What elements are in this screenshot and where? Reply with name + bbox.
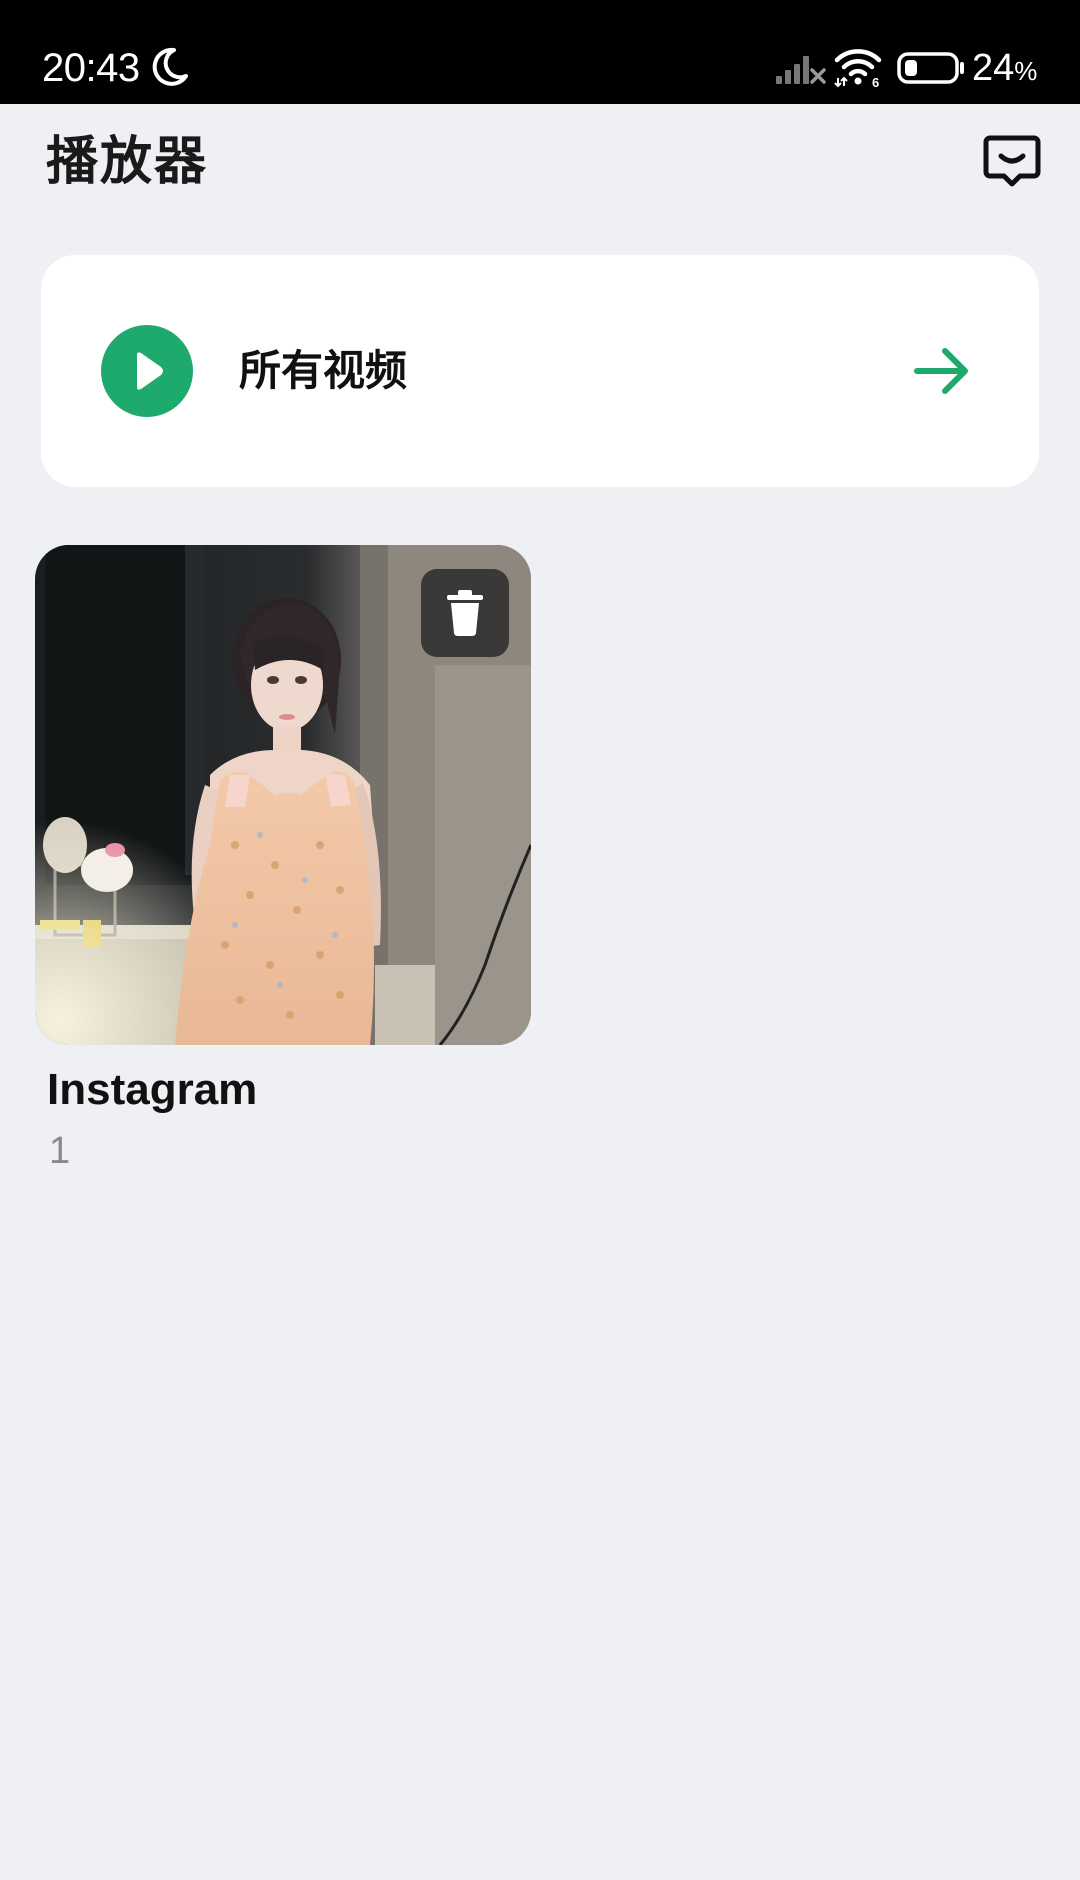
battery-level: 24 bbox=[972, 47, 1015, 89]
signal-icon bbox=[776, 56, 826, 84]
feedback-icon bbox=[983, 135, 1041, 187]
svg-text:6: 6 bbox=[872, 75, 879, 88]
folder-video-count: 1 bbox=[49, 1130, 71, 1172]
moon-icon bbox=[152, 47, 188, 86]
status-bar: 20:43 6 24% bbox=[0, 0, 1080, 104]
arrow-right-icon bbox=[914, 348, 968, 394]
battery-icon bbox=[897, 52, 964, 84]
delete-button[interactable] bbox=[421, 569, 509, 657]
folder-tile-instagram[interactable] bbox=[35, 545, 531, 1045]
feedback-button[interactable] bbox=[982, 130, 1042, 190]
page-title: 播放器 bbox=[46, 132, 209, 192]
play-button-circle bbox=[101, 325, 193, 417]
trash-icon bbox=[447, 590, 483, 636]
folder-name: Instagram bbox=[47, 1065, 258, 1114]
status-time: 20:43 bbox=[42, 46, 140, 90]
all-videos-label: 所有视频 bbox=[239, 346, 408, 395]
battery-percentage: 24% bbox=[972, 46, 1037, 93]
wifi-icon: 6 bbox=[834, 49, 882, 88]
play-icon bbox=[137, 352, 163, 390]
all-videos-card[interactable]: 所有视频 bbox=[41, 255, 1039, 487]
battery-unit: % bbox=[1014, 56, 1038, 86]
